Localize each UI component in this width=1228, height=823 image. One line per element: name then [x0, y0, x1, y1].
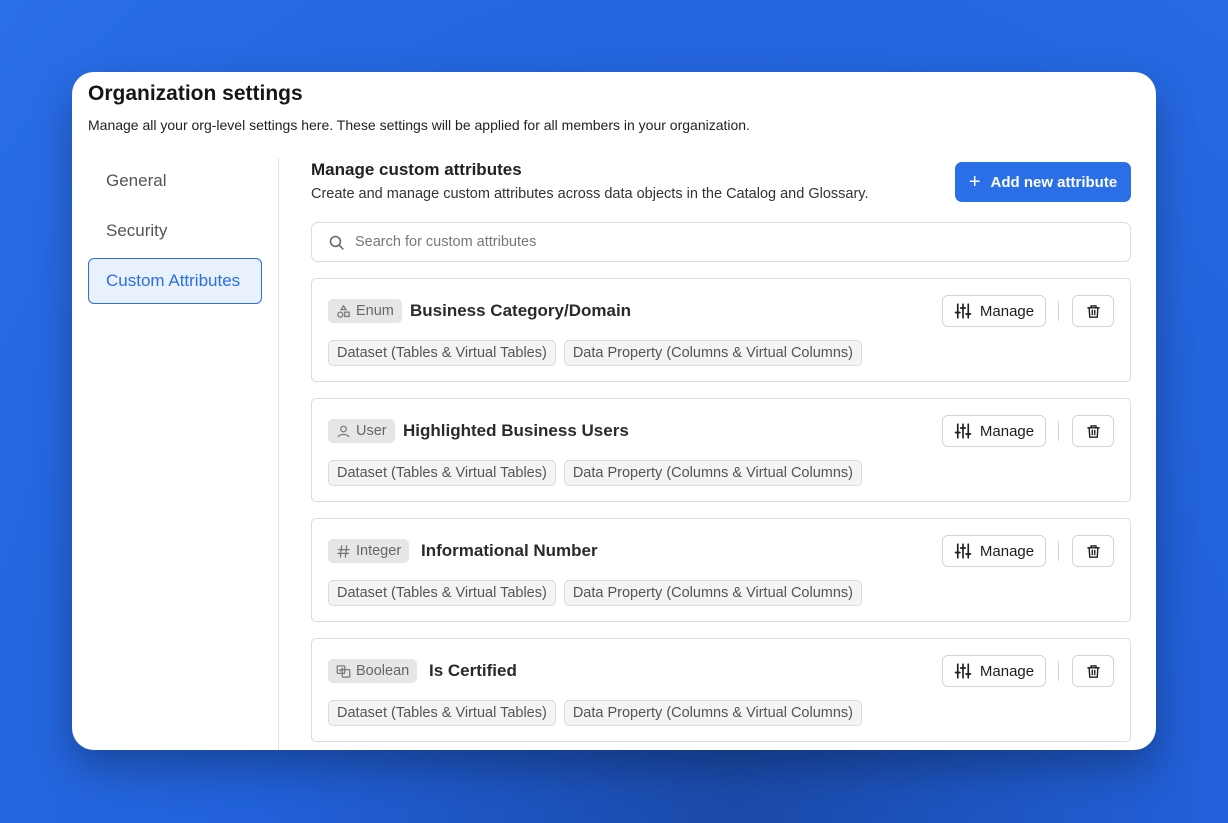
attribute-card: User Highlighted Business Users Dataset … [311, 398, 1131, 502]
attribute-card: Integer Informational Number Dataset (Ta… [311, 518, 1131, 622]
add-attribute-label: Add new attribute [990, 173, 1118, 191]
hash-icon [336, 544, 351, 559]
tag: Dataset (Tables & Virtual Tables) [328, 700, 556, 726]
page-title: Organization settings [88, 82, 303, 105]
button-separator [1058, 301, 1059, 321]
type-label: Enum [356, 303, 394, 319]
add-attribute-button[interactable]: + Add new attribute [955, 162, 1131, 202]
attribute-name: Highlighted Business Users [403, 421, 629, 440]
trash-icon [1086, 664, 1101, 679]
attribute-card: Boolean Is Certified Dataset (Tables & V… [311, 638, 1131, 742]
trash-icon [1086, 304, 1101, 319]
boolean-icon [336, 664, 351, 679]
tag: Data Property (Columns & Virtual Columns… [563, 580, 862, 606]
tag-list: Dataset (Tables & Virtual Tables) Data P… [328, 700, 862, 726]
type-badge: Boolean [328, 659, 418, 683]
manage-label: Manage [979, 542, 1035, 560]
manage-label: Manage [979, 662, 1035, 680]
sliders-icon [954, 542, 972, 560]
manage-button[interactable]: Manage [942, 295, 1046, 327]
search-input[interactable] [355, 234, 1055, 250]
type-badge: Enum [328, 299, 402, 323]
trash-icon [1086, 544, 1101, 559]
manage-label: Manage [979, 302, 1035, 320]
attribute-list: Enum Business Category/Domain Dataset (T… [311, 278, 1131, 750]
tag: Dataset (Tables & Virtual Tables) [328, 460, 556, 486]
tag: Dataset (Tables & Virtual Tables) [328, 340, 556, 366]
button-separator [1058, 421, 1059, 441]
tag: Dataset (Tables & Virtual Tables) [328, 580, 556, 606]
sidebar: General Security Custom Attributes [88, 158, 262, 308]
sidebar-item-custom-attributes[interactable]: Custom Attributes [88, 258, 262, 304]
button-separator [1058, 661, 1059, 681]
tag-list: Dataset (Tables & Virtual Tables) Data P… [328, 460, 862, 486]
user-icon [336, 424, 351, 439]
sliders-icon [954, 662, 972, 680]
sidebar-divider [278, 158, 279, 750]
manage-button[interactable]: Manage [942, 415, 1046, 447]
button-separator [1058, 541, 1059, 561]
shapes-icon [336, 304, 351, 319]
delete-button[interactable] [1072, 655, 1114, 687]
attribute-name: Is Certified [429, 661, 517, 680]
manage-label: Manage [979, 422, 1035, 440]
type-label: Integer [356, 543, 402, 559]
sidebar-item-general[interactable]: General [88, 158, 262, 204]
type-badge: Integer [328, 539, 410, 563]
trash-icon [1086, 424, 1101, 439]
tag: Data Property (Columns & Virtual Columns… [563, 340, 862, 366]
manage-button[interactable]: Manage [942, 655, 1046, 687]
sliders-icon [954, 302, 972, 320]
manage-button[interactable]: Manage [942, 535, 1046, 567]
delete-button[interactable] [1072, 295, 1114, 327]
sliders-icon [954, 422, 972, 440]
tag-list: Dataset (Tables & Virtual Tables) Data P… [328, 580, 862, 606]
attribute-card: Enum Business Category/Domain Dataset (T… [311, 278, 1131, 382]
sidebar-item-security[interactable]: Security [88, 208, 262, 254]
type-badge: User [328, 419, 395, 443]
search-icon [328, 234, 345, 251]
attribute-name: Business Category/Domain [410, 301, 632, 320]
section-title: Manage custom attributes [311, 160, 522, 179]
delete-button[interactable] [1072, 535, 1114, 567]
type-label: Boolean [356, 663, 410, 679]
attribute-name: Informational Number [421, 541, 598, 560]
tag: Data Property (Columns & Virtual Columns… [563, 460, 862, 486]
type-label: User [356, 423, 387, 439]
delete-button[interactable] [1072, 415, 1114, 447]
tag: Data Property (Columns & Virtual Columns… [563, 700, 862, 726]
page-subtitle: Manage all your org-level settings here.… [88, 117, 750, 133]
section-subtitle: Create and manage custom attributes acro… [311, 186, 869, 202]
search-bar [311, 222, 1131, 262]
plus-icon: + [968, 171, 981, 193]
settings-window: Organization settings Manage all your or… [72, 72, 1156, 750]
tag-list: Dataset (Tables & Virtual Tables) Data P… [328, 340, 862, 366]
